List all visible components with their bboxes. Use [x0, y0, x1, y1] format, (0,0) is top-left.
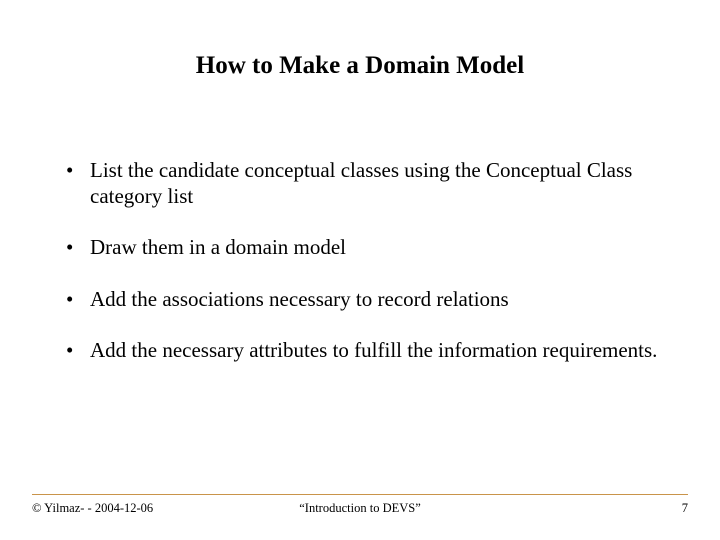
list-item: Add the associations necessary to record… [60, 287, 660, 313]
slide-title: How to Make a Domain Model [0, 0, 720, 90]
footer-copyright: © Yilmaz- - 2004-12-06 [32, 501, 251, 516]
list-item: List the candidate conceptual classes us… [60, 158, 660, 209]
slide: How to Make a Domain Model List the cand… [0, 0, 720, 540]
slide-content: List the candidate conceptual classes us… [0, 90, 720, 364]
bullet-list: List the candidate conceptual classes us… [60, 158, 660, 364]
footer-divider [32, 494, 688, 495]
slide-footer: © Yilmaz- - 2004-12-06 “Introduction to … [0, 494, 720, 516]
footer-page-number: 7 [469, 501, 688, 516]
footer-title: “Introduction to DEVS” [251, 501, 470, 516]
footer-row: © Yilmaz- - 2004-12-06 “Introduction to … [32, 501, 688, 516]
list-item: Draw them in a domain model [60, 235, 660, 261]
list-item: Add the necessary attributes to fulfill … [60, 338, 660, 364]
